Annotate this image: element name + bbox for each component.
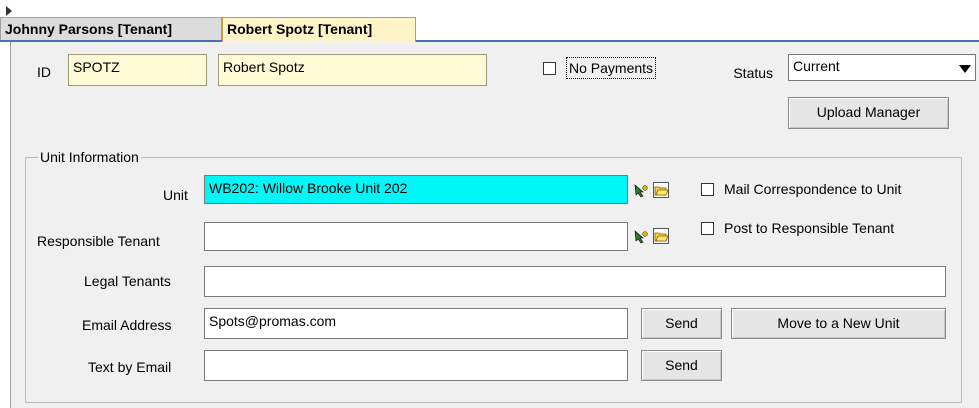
responsible-tenant-label: Responsible Tenant xyxy=(37,233,160,249)
dropdown-arrow-icon[interactable] xyxy=(959,65,971,73)
lookup-arrow-icon[interactable] xyxy=(633,182,649,198)
email-address-field[interactable]: Spots@promas.com xyxy=(204,308,628,339)
email-address-label: Email Address xyxy=(82,317,172,333)
upload-manager-button[interactable]: Upload Manager xyxy=(788,97,949,129)
text-by-email-field[interactable] xyxy=(204,350,628,381)
id-label: ID xyxy=(37,64,51,80)
post-responsible-label[interactable]: Post to Responsible Tenant xyxy=(724,218,894,238)
id-field[interactable]: SPOTZ xyxy=(68,54,207,86)
lookup-arrow-icon[interactable] xyxy=(633,228,649,244)
unit-lookup-buttons xyxy=(631,179,677,201)
responsible-tenant-lookup-buttons xyxy=(631,225,677,247)
legal-tenants-label: Legal Tenants xyxy=(84,273,171,289)
mail-correspondence-label[interactable]: Mail Correspondence to Unit xyxy=(724,179,901,199)
send-email-button[interactable]: Send xyxy=(641,308,722,339)
unit-information-title: Unit Information xyxy=(38,149,141,165)
post-responsible-checkbox[interactable] xyxy=(701,222,714,235)
unit-label: Unit xyxy=(163,187,188,203)
status-label: SStatus xyxy=(733,63,774,83)
tab-robert-spotz[interactable]: Robert Spotz [Tenant] xyxy=(222,17,416,42)
move-to-new-unit-button[interactable]: Move to a New Unit xyxy=(731,308,946,339)
folder-icon[interactable] xyxy=(653,228,669,244)
mail-correspondence-checkbox[interactable] xyxy=(701,183,714,196)
responsible-tenant-field[interactable] xyxy=(204,222,628,251)
no-payments-checkbox[interactable] xyxy=(543,62,556,75)
status-label-text: Status xyxy=(733,65,774,81)
status-value: Current xyxy=(793,58,840,74)
name-field[interactable]: Robert Spotz xyxy=(218,54,487,86)
legal-tenants-field[interactable] xyxy=(204,266,946,297)
no-payments-label[interactable]: No Payments xyxy=(566,57,657,79)
corner-marker-icon xyxy=(6,6,12,16)
send-text-button[interactable]: Send xyxy=(641,350,722,381)
text-by-email-label: Text by Email xyxy=(88,359,172,375)
tab-johnny-parsons[interactable]: Johnny Parsons [Tenant] xyxy=(0,17,222,42)
status-select[interactable]: Current xyxy=(788,54,976,81)
folder-icon[interactable] xyxy=(653,182,669,198)
unit-field[interactable]: WB202: Willow Brooke Unit 202 xyxy=(204,175,628,204)
